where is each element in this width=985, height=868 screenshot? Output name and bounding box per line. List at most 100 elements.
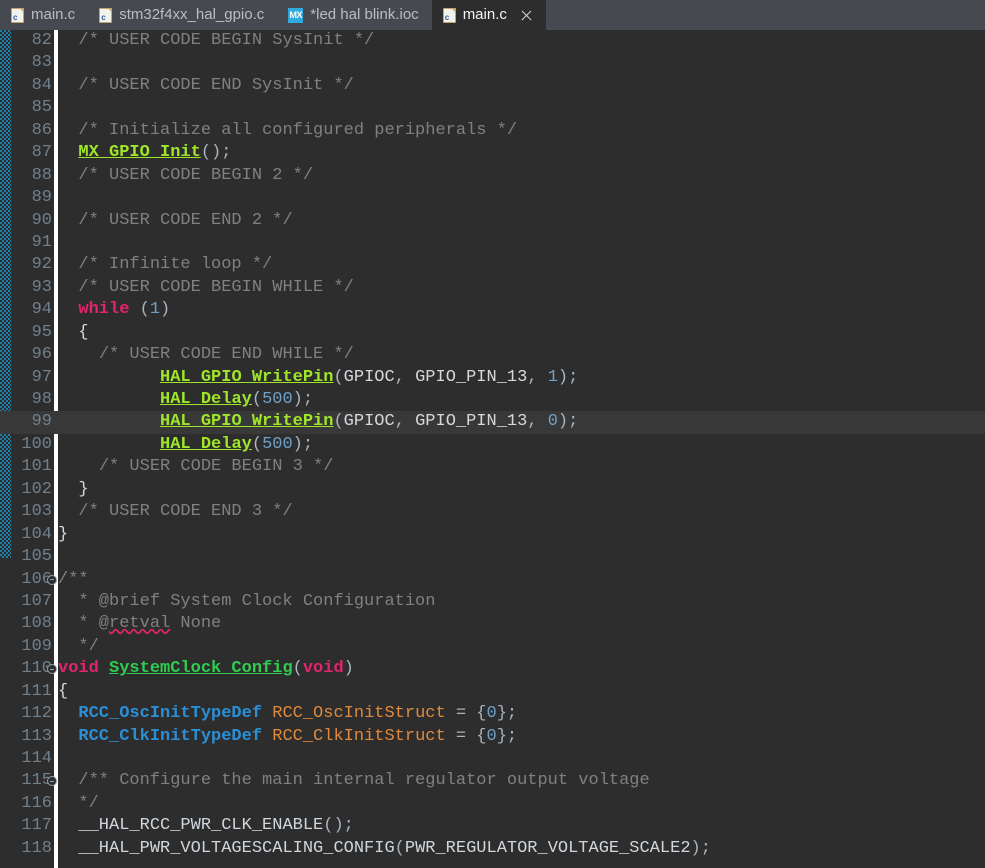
- line-number: 87: [31, 143, 52, 163]
- code-line[interactable]: 100 HAL_Delay(500);: [0, 434, 985, 456]
- code-editor[interactable]: 82 /* USER CODE BEGIN SysInit */83 84 /* …: [0, 30, 985, 868]
- code-token: */: [58, 636, 99, 656]
- code-line-text: {: [58, 322, 89, 344]
- code-line[interactable]: 86 /* Initialize all configured peripher…: [0, 120, 985, 142]
- line-number: 108: [21, 614, 52, 634]
- code-line[interactable]: 87 MX_GPIO_Init();: [0, 142, 985, 164]
- code-line[interactable]: 96 /* USER CODE END WHILE */: [0, 344, 985, 366]
- line-number: 85: [31, 98, 52, 118]
- line-number: 86: [31, 120, 52, 140]
- code-token: 0: [486, 726, 497, 746]
- close-icon[interactable]: [520, 9, 533, 22]
- line-number: 96: [31, 345, 52, 365]
- code-line[interactable]: 107 * @brief System Clock Configuration: [0, 591, 985, 613]
- editor-tab-1[interactable]: stm32f4xx_hal_gpio.c: [88, 0, 277, 30]
- line-number: 99: [31, 412, 52, 432]
- editor-tab-3[interactable]: main.c: [431, 0, 546, 30]
- line-number: 114: [21, 749, 52, 768]
- line-number: 100: [21, 434, 52, 454]
- code-line[interactable]: 111 {: [0, 681, 985, 703]
- code-line[interactable]: 108 * @retval None: [0, 613, 985, 635]
- code-line[interactable]: 82 /* USER CODE BEGIN SysInit */: [0, 30, 985, 52]
- code-line[interactable]: 94 while (1): [0, 299, 985, 321]
- code-line[interactable]: 115 /** Configure the main internal regu…: [0, 770, 985, 792]
- code-token: HAL_GPIO_WritePin: [160, 412, 334, 432]
- code-line[interactable]: 91: [0, 232, 985, 254]
- code-line[interactable]: 113 RCC_ClkInitTypeDef RCC_ClkInitStruct…: [0, 726, 985, 748]
- line-number: 118: [21, 838, 52, 858]
- code-line[interactable]: 103 /* USER CODE END 3 */: [0, 501, 985, 523]
- line-number: 90: [31, 210, 52, 230]
- code-line[interactable]: 92 /* Infinite loop */: [0, 254, 985, 276]
- code-token: MX_GPIO_Init: [78, 143, 201, 163]
- code-line[interactable]: 97 HAL_GPIO_WritePin(GPIOC, GPIO_PIN_13,…: [0, 367, 985, 389]
- code-token: );: [292, 434, 314, 454]
- code-line[interactable]: 88 /* USER CODE BEGIN 2 */: [0, 165, 985, 187]
- code-line[interactable]: 109 */: [0, 636, 985, 658]
- code-line-text: __HAL_RCC_PWR_CLK_ENABLE();: [58, 815, 353, 837]
- c-file-icon: [11, 7, 24, 23]
- line-number: 91: [31, 232, 52, 252]
- code-line-text: __HAL_PWR_VOLTAGESCALING_CONFIG(PWR_REGU…: [58, 838, 711, 860]
- code-token: PWR_REGULATOR_VOLTAGE_SCALE2: [404, 838, 691, 858]
- editor-tab-label: main.c: [462, 6, 507, 23]
- code-line[interactable]: 102 }: [0, 479, 985, 501]
- code-line[interactable]: 114: [0, 748, 985, 770]
- code-token: __HAL_PWR_VOLTAGESCALING_CONFIG: [78, 838, 395, 858]
- code-line[interactable]: 105: [0, 546, 985, 568]
- code-line[interactable]: 85: [0, 97, 985, 119]
- fold-collapse-icon[interactable]: [47, 574, 57, 585]
- code-line[interactable]: 83: [0, 52, 985, 74]
- line-number: 92: [31, 255, 52, 275]
- code-line[interactable]: 90 /* USER CODE END 2 */: [0, 210, 985, 232]
- c-file-icon: [99, 7, 113, 23]
- code-line[interactable]: 99 HAL_GPIO_WritePin(GPIOC, GPIO_PIN_13,…: [0, 411, 985, 434]
- code-token: GPIO_PIN_13: [415, 412, 528, 432]
- editor-tab-2[interactable]: MX *led hal blink.ioc: [277, 0, 431, 30]
- code-line[interactable]: 104}: [0, 524, 985, 546]
- code-line[interactable]: 110 void SystemClock_Config(void): [0, 658, 985, 680]
- line-number: 98: [31, 390, 52, 409]
- code-line[interactable]: 89: [0, 187, 985, 209]
- fold-collapse-icon[interactable]: [47, 776, 57, 787]
- line-number: 103: [21, 502, 52, 522]
- code-token: {: [58, 322, 89, 342]
- code-token: 1: [149, 300, 161, 320]
- code-line[interactable]: 101 /* USER CODE BEGIN 3 */: [0, 456, 985, 478]
- code-line[interactable]: 84 /* USER CODE END SysInit */: [0, 75, 985, 97]
- code-line[interactable]: 98 HAL_Delay(500);: [0, 389, 985, 411]
- code-line-text: RCC_ClkInitTypeDef RCC_ClkInitStruct = {…: [58, 726, 517, 748]
- code-line[interactable]: 106 /**: [0, 569, 985, 591]
- code-line-text: }: [58, 524, 68, 546]
- code-line[interactable]: 93 /* USER CODE BEGIN WHILE */: [0, 277, 985, 299]
- code-line[interactable]: 117 __HAL_RCC_PWR_CLK_ENABLE();: [0, 815, 985, 837]
- fold-collapse-icon[interactable]: [47, 664, 57, 675]
- code-line[interactable]: 95 {: [0, 322, 985, 344]
- line-number: 106: [21, 569, 52, 589]
- code-token: /* USER CODE END 2 */: [78, 210, 293, 230]
- code-token: /**: [58, 569, 89, 589]
- line-number: 84: [31, 75, 52, 95]
- cubemx-icon: MX: [288, 7, 304, 23]
- code-line[interactable]: 118 __HAL_PWR_VOLTAGESCALING_CONFIG(PWR_…: [0, 838, 985, 860]
- code-token: 1: [547, 367, 558, 387]
- code-line-text: while (1): [58, 299, 170, 321]
- editor-tab-0[interactable]: main.c: [0, 0, 88, 30]
- code-line[interactable]: 116 */: [0, 793, 985, 815]
- code-line-text: MX_GPIO_Init();: [58, 142, 231, 164]
- code-line-text: * @brief System Clock Configuration: [58, 591, 435, 613]
- line-number: 82: [31, 31, 52, 50]
- code-line-text: /* USER CODE BEGIN SysInit */: [58, 30, 374, 52]
- code-line-text: /* USER CODE BEGIN 2 */: [58, 165, 313, 187]
- line-number: 93: [31, 277, 52, 297]
- code-line[interactable]: 112 RCC_OscInitTypeDef RCC_OscInitStruct…: [0, 703, 985, 725]
- line-number: 107: [21, 591, 52, 611]
- code-token: (: [394, 838, 405, 858]
